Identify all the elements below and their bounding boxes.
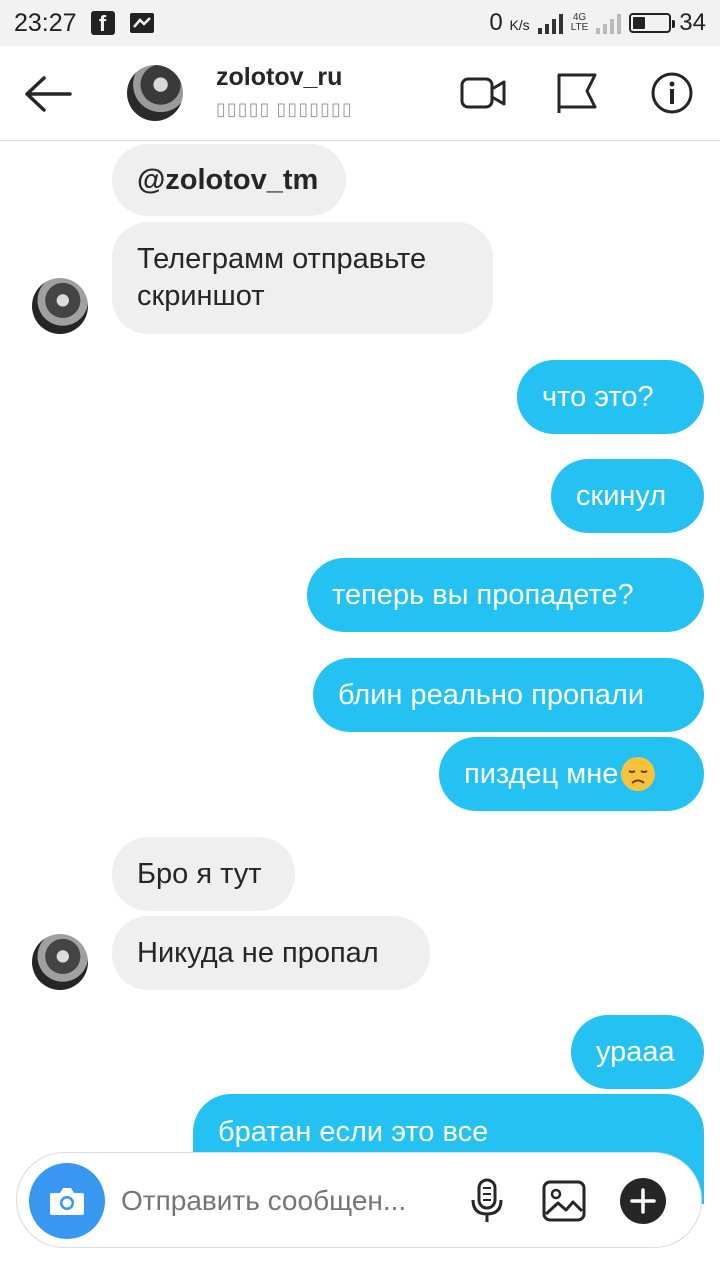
status-time: 23:27: [14, 8, 77, 37]
chat-header: zolotov_ru ▯▯▯▯▯ ▯▯▯▯▯▯▯: [0, 46, 720, 141]
signal-icon-secondary: [596, 12, 622, 34]
message-input[interactable]: [121, 1179, 451, 1223]
message-text: @zolotov_tm: [137, 163, 319, 196]
message-bubble-incoming[interactable]: Бро я тут: [112, 837, 295, 911]
notification-icon: [129, 13, 154, 33]
camera-icon: [50, 1188, 84, 1215]
network-speed: 0 K/s: [489, 9, 530, 36]
microphone-icon[interactable]: [463, 1177, 511, 1225]
message-text: Телеграмм отправьте скриншот: [137, 243, 427, 312]
message-text: Никуда не пропал: [137, 936, 379, 969]
message-bubble-outgoing[interactable]: скинул: [551, 459, 704, 533]
gallery-icon[interactable]: [540, 1177, 588, 1225]
network-type: 4G LTE: [570, 12, 589, 33]
message-text: скинул: [576, 479, 667, 512]
message-bubble-outgoing[interactable]: теперь вы пропадете?: [307, 558, 704, 632]
signal-icon: [537, 12, 563, 34]
message-text: что это?: [542, 380, 654, 413]
message-bubble-outgoing[interactable]: пиздец мне: [439, 737, 704, 811]
camera-button[interactable]: [29, 1163, 105, 1239]
chat-username[interactable]: zolotov_ru: [216, 63, 342, 92]
message-text: блин реально пропали: [338, 678, 645, 711]
message-text: братан если это все: [218, 1116, 489, 1148]
plus-icon[interactable]: [619, 1177, 667, 1225]
battery-icon: [629, 13, 676, 33]
facebook-icon: f: [90, 11, 115, 36]
message-bubble-outgoing[interactable]: блин реально пропали: [313, 658, 704, 732]
message-text: теперь вы пропадете?: [332, 578, 634, 611]
message-bubble-outgoing[interactable]: что это?: [517, 360, 704, 434]
message-bubble-incoming[interactable]: Никуда не пропал: [112, 916, 430, 990]
battery-percent: 34: [679, 9, 706, 36]
battery-level: [633, 17, 645, 29]
avatar[interactable]: [127, 65, 183, 121]
message-bubble-outgoing[interactable]: урааа: [571, 1015, 704, 1089]
video-call-icon[interactable]: [459, 71, 507, 115]
message-text: пиздец мне: [464, 757, 619, 790]
flag-icon[interactable]: [553, 71, 601, 115]
back-arrow-icon[interactable]: [22, 74, 74, 114]
chat-subtitle: ▯▯▯▯▯ ▯▯▯▯▯▯▯: [216, 99, 353, 119]
message-composer: [16, 1152, 702, 1248]
message-bubble-incoming[interactable]: Телеграмм отправьте скриншот: [112, 222, 493, 334]
avatar[interactable]: [32, 934, 88, 990]
info-icon[interactable]: [648, 71, 696, 115]
status-bar: 23:27 f 0 K/s 4G LTE 34: [0, 0, 720, 46]
message-text: урааа: [596, 1035, 675, 1068]
avatar[interactable]: [32, 278, 88, 334]
status-indicators: 0 K/s 4G LTE 34: [489, 9, 706, 37]
disappointed-face-emoji: [621, 757, 656, 791]
message-bubble-incoming[interactable]: @zolotov_tm: [112, 144, 346, 216]
message-text: Бро я тут: [137, 857, 262, 890]
